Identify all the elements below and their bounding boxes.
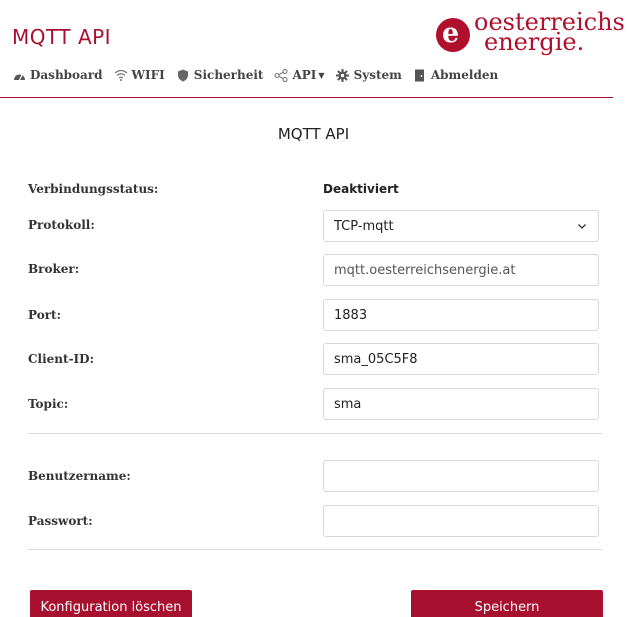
protokoll-label: Protokoll: [28, 218, 95, 232]
broker-placeholder: mqtt.oesterreichsenergie.at [334, 262, 516, 278]
topic-label: Topic: [28, 397, 69, 411]
shield-icon [176, 68, 190, 82]
protokoll-select[interactable]: TCP-mqtt [323, 210, 599, 242]
header-divider [0, 97, 613, 98]
password-input[interactable] [323, 505, 599, 537]
page-title: MQTT API [12, 25, 112, 49]
delete-config-button[interactable]: Konfiguration löschen [30, 590, 192, 617]
logo-text-line2: energie. [484, 28, 585, 56]
protokoll-value: TCP-mqtt [334, 218, 394, 234]
port-value: 1883 [334, 307, 368, 323]
username-input[interactable] [323, 460, 599, 492]
nav-wifi[interactable]: WIFI [114, 68, 165, 82]
form-divider [28, 433, 602, 434]
topic-value: sma [334, 396, 362, 412]
nav-sicherheit[interactable]: Sicherheit [176, 68, 263, 82]
status-value: Deaktiviert [323, 182, 399, 196]
port-input[interactable]: 1883 [323, 299, 599, 331]
gear-icon [336, 68, 350, 82]
username-label: Benutzername: [28, 469, 131, 483]
nav-system[interactable]: System [336, 68, 402, 82]
broker-label: Broker: [28, 262, 80, 276]
client-id-input[interactable]: sma_05C5F8 [323, 343, 599, 375]
password-label: Passwort: [28, 514, 93, 528]
door-icon [413, 68, 427, 82]
client-id-value: sma_05C5F8 [334, 351, 418, 367]
wifi-icon [114, 68, 128, 82]
status-label: Verbindungsstatus: [28, 182, 159, 196]
chevron-down-icon [576, 220, 588, 232]
save-button[interactable]: Speichern [411, 590, 603, 617]
topic-input[interactable]: sma [323, 388, 599, 420]
caret-down-icon: ▼ [318, 70, 325, 80]
nav-dashboard[interactable]: Dashboard [12, 68, 103, 82]
main-nav: Dashboard WIFI Sicherheit API ▼ System A… [12, 68, 509, 82]
brand-logo: e oesterreichs energie. [436, 10, 625, 60]
dashboard-icon [12, 68, 26, 82]
section-title: MQTT API [277, 125, 350, 143]
nav-api[interactable]: API ▼ [274, 68, 325, 82]
share-icon [274, 68, 289, 82]
port-label: Port: [28, 308, 61, 322]
logo-mark: e [436, 18, 470, 52]
nav-abmelden[interactable]: Abmelden [413, 68, 498, 82]
form-divider-bottom [28, 549, 602, 550]
client-id-label: Client-ID: [28, 352, 94, 366]
broker-input[interactable]: mqtt.oesterreichsenergie.at [323, 254, 599, 286]
